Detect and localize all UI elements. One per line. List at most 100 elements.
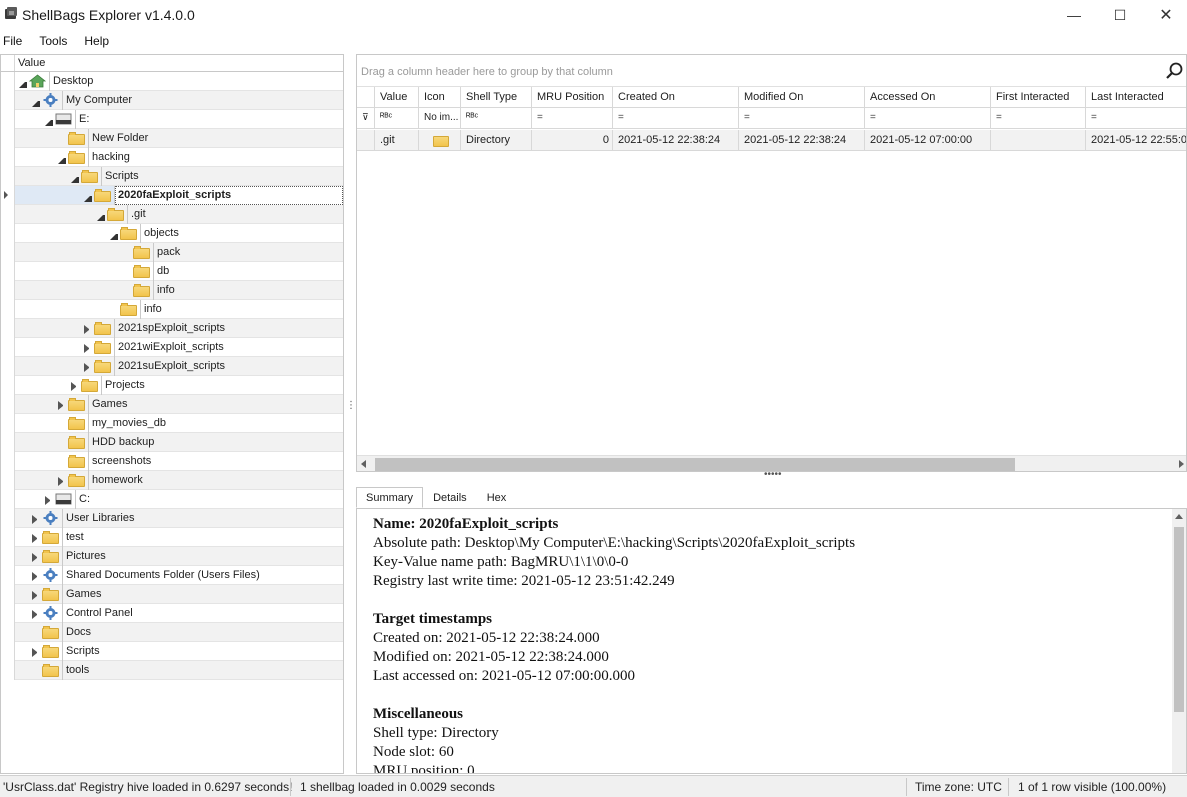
shellbag-tree[interactable]: Value Desktop My Computer E: New Folder hack… xyxy=(0,54,344,774)
cell-icon[interactable] xyxy=(419,130,461,151)
column-header-last-interacted[interactable]: Last Interacted xyxy=(1086,87,1186,108)
tree-node[interactable]: Shared Documents Folder (Users Files) xyxy=(1,566,343,585)
column-header-shell-type[interactable]: Shell Type xyxy=(461,87,532,108)
expand-icon[interactable] xyxy=(58,401,66,410)
filter-last-interacted[interactable]: = xyxy=(1086,108,1186,129)
tree-node[interactable]: Projects xyxy=(1,376,343,395)
tree-node[interactable]: E: xyxy=(1,110,343,129)
tab-summary[interactable]: Summary xyxy=(356,487,424,508)
tree-node[interactable]: 2020faExploit_scripts xyxy=(1,186,343,205)
tree-node[interactable]: New Folder xyxy=(1,129,343,148)
collapse-icon[interactable] xyxy=(84,193,92,202)
expand-icon[interactable] xyxy=(71,382,79,391)
filter-shell-type[interactable]: ᴿᴮᶜ xyxy=(461,108,532,129)
expand-icon[interactable] xyxy=(32,553,40,562)
menu-help[interactable]: Help xyxy=(81,34,109,48)
column-header-value[interactable]: Value xyxy=(375,87,419,108)
expand-icon[interactable] xyxy=(84,325,92,334)
column-header-accessed-on[interactable]: Accessed On xyxy=(865,87,991,108)
tab-details[interactable]: Details xyxy=(423,487,477,508)
close-button[interactable]: ✕ xyxy=(1143,0,1187,30)
scroll-left-icon[interactable] xyxy=(361,460,366,468)
column-header-first-interacted[interactable]: First Interacted xyxy=(991,87,1086,108)
collapse-icon[interactable] xyxy=(110,231,118,240)
menu-tools[interactable]: Tools xyxy=(36,34,67,48)
tree-node[interactable]: pack xyxy=(1,243,343,262)
horizontal-splitter[interactable]: ••••• xyxy=(764,470,784,480)
menu-file[interactable]: File xyxy=(0,34,22,48)
tree-node[interactable]: Scripts xyxy=(1,167,343,186)
tree-node[interactable]: info xyxy=(1,281,343,300)
tree-node[interactable]: C: xyxy=(1,490,343,509)
minimize-button[interactable]: — xyxy=(1051,0,1097,30)
tree-node[interactable]: test xyxy=(1,528,343,547)
cell-last-interacted[interactable]: 2021-05-12 22:55:0 xyxy=(1086,130,1186,151)
tree-node[interactable]: .git xyxy=(1,205,343,224)
collapse-icon[interactable] xyxy=(19,79,27,88)
expand-icon[interactable] xyxy=(58,477,66,486)
tree-node[interactable]: homework xyxy=(1,471,343,490)
tree-node[interactable]: User Libraries xyxy=(1,509,343,528)
expand-icon[interactable] xyxy=(32,515,40,524)
collapse-icon[interactable] xyxy=(32,98,40,107)
filter-first-interacted[interactable]: = xyxy=(991,108,1086,129)
tree-node[interactable]: screenshots xyxy=(1,452,343,471)
cell-modified-on[interactable]: 2021-05-12 22:38:24 xyxy=(739,130,865,151)
column-header-icon[interactable]: Icon xyxy=(419,87,461,108)
filter-value[interactable]: ᴿᴮᶜ xyxy=(375,108,419,129)
tab-hex[interactable]: Hex xyxy=(477,487,517,508)
tree-node[interactable]: tools xyxy=(1,661,343,680)
search-icon[interactable] xyxy=(1164,61,1184,81)
tree-node[interactable]: Desktop xyxy=(1,72,343,91)
expand-icon[interactable] xyxy=(32,572,40,581)
tree-node[interactable]: db xyxy=(1,262,343,281)
tree-node[interactable]: info xyxy=(1,300,343,319)
scroll-right-icon[interactable] xyxy=(1179,460,1184,468)
tree-node[interactable]: Pictures xyxy=(1,547,343,566)
cell-shell-type[interactable]: Directory xyxy=(461,130,532,151)
cell-mru-position[interactable]: 0 xyxy=(532,130,613,151)
tree-node[interactable]: Control Panel xyxy=(1,604,343,623)
expand-icon[interactable] xyxy=(84,363,92,372)
maximize-button[interactable]: ☐ xyxy=(1097,0,1143,30)
cell-created-on[interactable]: 2021-05-12 22:38:24 xyxy=(613,130,739,151)
scroll-up-icon[interactable] xyxy=(1175,514,1183,519)
cell-value[interactable]: .git xyxy=(375,130,419,151)
column-header-modified-on[interactable]: Modified On xyxy=(739,87,865,108)
column-header-created-on[interactable]: Created On xyxy=(613,87,739,108)
expand-icon[interactable] xyxy=(45,496,53,505)
filter-accessed-on[interactable]: = xyxy=(865,108,991,129)
summary-vertical-scrollbar[interactable] xyxy=(1172,509,1186,773)
column-header-mru-position[interactable]: MRU Position xyxy=(532,87,613,108)
expand-icon[interactable] xyxy=(32,648,40,657)
cell-accessed-on[interactable]: 2021-05-12 07:00:00 xyxy=(865,130,991,151)
tree-node[interactable]: Games xyxy=(1,585,343,604)
expand-icon[interactable] xyxy=(84,344,92,353)
filter-mru-position[interactable]: = xyxy=(532,108,613,129)
expand-icon[interactable] xyxy=(32,591,40,600)
tree-node[interactable]: hacking xyxy=(1,148,343,167)
tree-node[interactable]: HDD backup xyxy=(1,433,343,452)
filter-created-on[interactable]: = xyxy=(613,108,739,129)
group-panel[interactable]: Drag a column header here to group by th… xyxy=(357,55,1186,87)
tree-column-value[interactable]: Value xyxy=(18,57,45,69)
collapse-icon[interactable] xyxy=(45,117,53,126)
collapse-icon[interactable] xyxy=(58,155,66,164)
tree-node[interactable]: my_movies_db xyxy=(1,414,343,433)
collapse-icon[interactable] xyxy=(97,212,105,221)
expand-icon[interactable] xyxy=(32,610,40,619)
tree-node[interactable]: Scripts xyxy=(1,642,343,661)
tree-node[interactable]: My Computer xyxy=(1,91,343,110)
results-grid[interactable]: Drag a column header here to group by th… xyxy=(356,54,1187,472)
filter-icon[interactable]: No im... xyxy=(419,108,461,129)
filter-modified-on[interactable]: = xyxy=(739,108,865,129)
scroll-thumb[interactable] xyxy=(375,458,1015,471)
vertical-splitter[interactable]: ⋮ xyxy=(346,401,356,418)
tree-node[interactable]: Games xyxy=(1,395,343,414)
cell-first-interacted[interactable] xyxy=(991,130,1086,151)
summary-panel[interactable]: Name: 2020faExploit_scripts Absolute path… xyxy=(356,508,1187,774)
tree-node[interactable]: 2021suExploit_scripts xyxy=(1,357,343,376)
collapse-icon[interactable] xyxy=(71,174,79,183)
tree-node[interactable]: 2021wiExploit_scripts xyxy=(1,338,343,357)
tree-node[interactable]: Docs xyxy=(1,623,343,642)
